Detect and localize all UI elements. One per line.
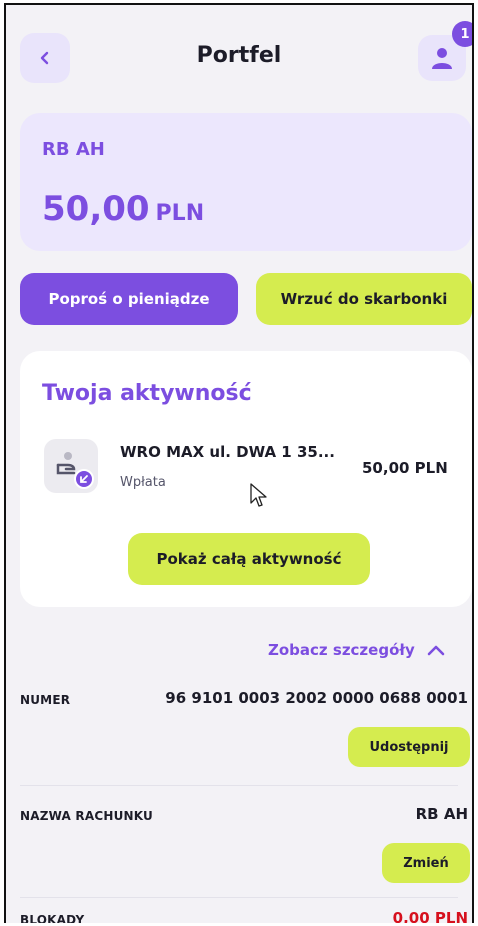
activity-amount: 50,00 PLN	[362, 459, 448, 477]
activity-title: Twoja aktywność	[42, 381, 252, 406]
page-title: Portfel	[196, 43, 282, 68]
account-name: RB AH	[42, 139, 105, 160]
arrow-in-icon	[74, 469, 94, 489]
balance-amount: 50,00	[42, 189, 150, 229]
activity-description[interactable]: WRO MAX ul. DWA 1 35...	[120, 443, 335, 461]
details-toggle[interactable]: Zobacz szczegóły	[268, 641, 445, 659]
divider	[20, 897, 458, 898]
show-all-activity-button[interactable]: Pokaż całą aktywność	[128, 533, 370, 585]
blocks-label: BLOKADY	[20, 913, 85, 923]
request-money-button[interactable]: Poproś o pieniądze	[20, 273, 238, 325]
mouse-cursor-icon	[250, 483, 267, 507]
user-icon	[432, 48, 452, 69]
divider	[20, 785, 458, 786]
activity-card: Twoja aktywność WRO MAX ul. DWA 1 35... …	[20, 351, 472, 607]
account-number-label: NUMER	[20, 693, 71, 707]
account-name-label: NAZWA RACHUNKU	[20, 809, 153, 823]
account-name-value: RB AH	[415, 805, 468, 823]
balance-currency: PLN	[155, 201, 205, 226]
balance-card: RB AH 50,00 PLN	[20, 113, 472, 251]
account-number-value: 96 9101 0003 2002 0000 0688 0001	[165, 689, 468, 707]
header: Portfel 1	[6, 5, 472, 99]
deposit-piggy-bank-button[interactable]: Wrzuć do skarbonki	[256, 273, 472, 325]
details-toggle-label: Zobacz szczegóły	[268, 641, 415, 659]
app-screen: Portfel 1 RB AH 50,00 PLN Poproś o pienią…	[4, 3, 474, 923]
activity-type: Wpłata	[120, 475, 166, 490]
share-button[interactable]: Udostępnij	[348, 727, 470, 767]
deposit-icon	[44, 439, 98, 493]
balance: 50,00 PLN	[42, 189, 204, 229]
blocks-value: 0,00 PLN	[392, 909, 468, 923]
notification-badge: 1	[452, 21, 472, 47]
chevron-up-icon	[427, 645, 445, 656]
change-name-button[interactable]: Zmień	[382, 843, 470, 883]
